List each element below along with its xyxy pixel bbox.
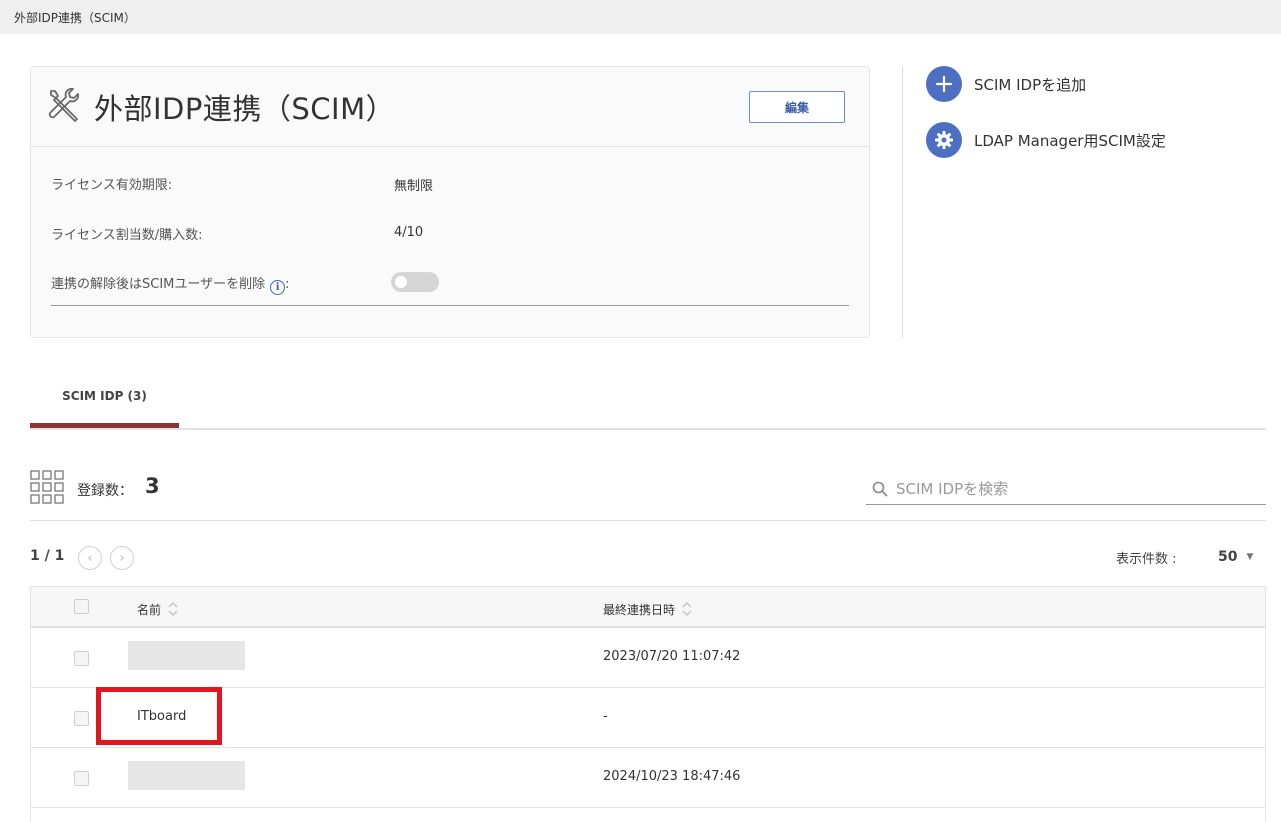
- page-indicator: 1 / 1: [30, 548, 65, 564]
- vertical-divider: [902, 66, 903, 338]
- row-checkbox[interactable]: [74, 651, 89, 666]
- search-icon: [872, 481, 888, 497]
- gear-icon: [926, 122, 962, 158]
- prev-page-button[interactable]: ‹: [78, 546, 102, 570]
- add-scim-idp-label: SCIM IDPを追加: [974, 75, 1087, 94]
- card-header: 外部IDP連携（SCIM） 編集: [31, 67, 869, 147]
- highlight-box: [96, 687, 222, 745]
- column-header-last-sync[interactable]: 最終連携日時: [603, 600, 693, 618]
- tab-bar-line: [30, 428, 1266, 430]
- row-checkbox[interactable]: [74, 711, 89, 726]
- table-row[interactable]: 2023/07/20 11:07:42: [31, 628, 1265, 688]
- per-page-select[interactable]: 50 ▼: [1218, 546, 1260, 568]
- table-row[interactable]: ITboard -: [31, 687, 1265, 748]
- per-page-value: 50: [1218, 549, 1238, 565]
- registered-count-label: 登録数：: [77, 483, 133, 499]
- delete-on-unlink-label: 連携の解除後はSCIMユーザーを削除 i:: [51, 273, 290, 295]
- breadcrumb: 外部IDP連携（SCIM）: [14, 11, 136, 25]
- chevron-right-icon: ›: [119, 550, 125, 566]
- per-page-label: 表示件数 :: [1116, 552, 1177, 567]
- tools-icon: [48, 87, 80, 122]
- delete-on-unlink-colon: :: [285, 277, 290, 292]
- registered-count-value: 3: [145, 474, 160, 498]
- delete-on-unlink-toggle[interactable]: [391, 272, 439, 292]
- caret-down-icon: ▼: [1246, 552, 1254, 562]
- chevron-left-icon: ‹: [87, 550, 93, 566]
- last-sync-cell: 2024/10/23 18:47:46: [603, 769, 741, 784]
- table-row[interactable]: 2024/10/23 18:47:46: [31, 748, 1265, 808]
- delete-on-unlink-text: 連携の解除後はSCIMユーザーを削除: [51, 277, 266, 292]
- tab-scim-idp-label: SCIM IDP (3): [62, 389, 147, 403]
- top-bar: 外部IDP連携（SCIM）: [0, 0, 1281, 34]
- toolbar-divider: [30, 520, 1266, 521]
- row-checkbox[interactable]: [74, 771, 89, 786]
- redacted-name: [128, 761, 245, 790]
- column-header-last-sync-label: 最終連携日時: [603, 602, 676, 617]
- last-sync-cell: 2023/07/20 11:07:42: [603, 649, 741, 664]
- plus-icon: [926, 66, 962, 102]
- search-box: [866, 474, 1266, 505]
- grid-view-icon[interactable]: [30, 470, 64, 504]
- search-input[interactable]: [896, 477, 1256, 501]
- sort-icon: [168, 602, 178, 616]
- edit-button[interactable]: 編集: [749, 91, 845, 123]
- license-expiry-label: ライセンス有効期限:: [51, 178, 173, 193]
- scim-idp-table: 名前 最終連携日時 2023/07/20 11:07:42 ITboard - …: [30, 586, 1266, 822]
- license-count-label: ライセンス割当数/購入数:: [51, 228, 203, 243]
- select-all-checkbox[interactable]: [74, 599, 89, 614]
- ldap-manager-scim-settings-label: LDAP Manager用SCIM設定: [974, 131, 1166, 150]
- redacted-name: [128, 641, 245, 670]
- card-title: 外部IDP連携（SCIM）: [94, 92, 396, 126]
- tab-scim-idp[interactable]: SCIM IDP (3): [30, 378, 179, 430]
- toggle-knob: [395, 276, 407, 288]
- column-header-name-label: 名前: [137, 602, 162, 617]
- card-divider: [51, 305, 849, 306]
- table-header: 名前 最終連携日時: [31, 586, 1265, 628]
- license-count-value: 4/10: [394, 225, 424, 240]
- add-scim-idp-action[interactable]: SCIM IDPを追加: [926, 66, 1086, 102]
- ldap-manager-scim-settings-action[interactable]: LDAP Manager用SCIM設定: [926, 122, 1166, 158]
- sort-icon: [682, 602, 692, 616]
- next-page-button[interactable]: ›: [110, 546, 134, 570]
- license-expiry-value: 無制限: [394, 179, 434, 194]
- info-icon[interactable]: i: [270, 280, 286, 295]
- column-header-name[interactable]: 名前: [137, 600, 179, 618]
- scim-info-card: 外部IDP連携（SCIM） 編集 ライセンス有効期限: 無制限 ライセンス割当数…: [30, 66, 870, 338]
- last-sync-cell: -: [603, 709, 608, 724]
